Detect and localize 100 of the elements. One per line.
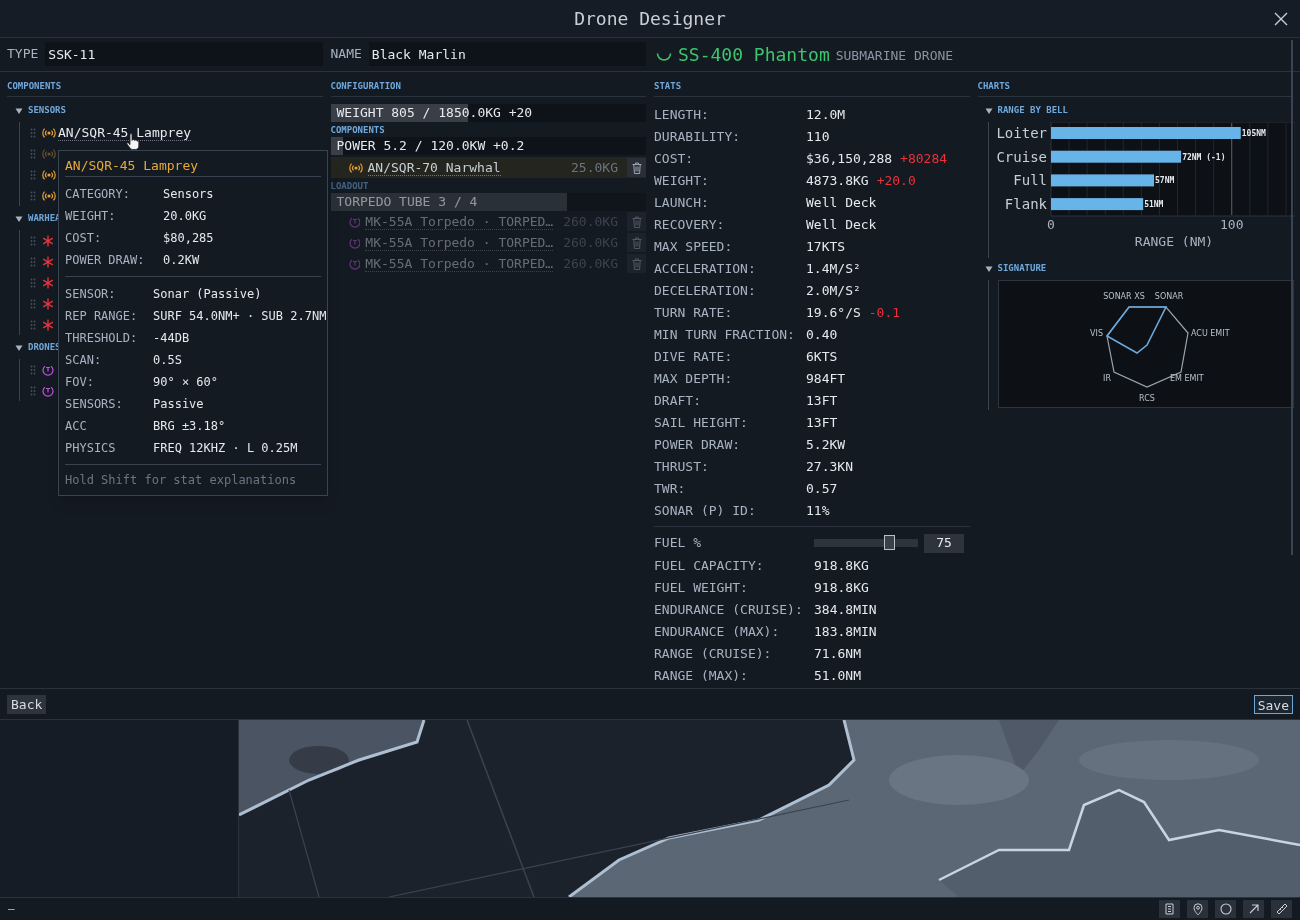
window-title: Drone Designer bbox=[574, 7, 726, 31]
stat-value: 4873.8KG bbox=[806, 172, 869, 191]
stat-label: DRAFT: bbox=[654, 392, 702, 411]
toolbar-button[interactable] bbox=[1243, 900, 1264, 918]
stat-label: LENGTH: bbox=[654, 106, 710, 125]
tooltip-label: SCAN: bbox=[65, 352, 103, 369]
stat-label: DURABILITY: bbox=[654, 128, 742, 147]
section-title: COMPONENTS bbox=[7, 80, 63, 93]
save-button[interactable]: Save bbox=[1253, 694, 1293, 714]
field-label: TYPE bbox=[7, 45, 40, 64]
status-text: — bbox=[8, 900, 15, 917]
drag-handle-icon bbox=[30, 235, 36, 246]
group-toggle[interactable]: SIGNATURE bbox=[984, 262, 1047, 276]
drag-handle-icon bbox=[30, 277, 36, 288]
tooltip-label: SENSORS: bbox=[65, 396, 124, 413]
stat-label: SONAR (P) ID: bbox=[654, 502, 757, 521]
toolbar-button[interactable] bbox=[1215, 900, 1236, 918]
stat-value: 384.8MIN bbox=[814, 601, 877, 620]
stat-label: ENDURANCE (MAX): bbox=[654, 623, 781, 642]
radar-axis-label: SONAR XS bbox=[1102, 292, 1145, 301]
drag-handle-icon bbox=[30, 190, 36, 201]
stat-label: MIN TURN FRACTION: bbox=[654, 326, 796, 345]
drag-handle-icon bbox=[30, 385, 36, 396]
tooltip-label: THRESHOLD: bbox=[65, 330, 139, 347]
value-label: 51NM bbox=[1143, 200, 1163, 210]
stat-value: Well Deck bbox=[806, 194, 877, 213]
drag-handle-icon bbox=[30, 364, 36, 375]
category-label: Cruise bbox=[995, 148, 1047, 165]
group-toggle[interactable]: RANGE BY BELL bbox=[984, 104, 1068, 118]
stat-label: MAX DEPTH: bbox=[654, 370, 734, 389]
stat-label: ACCELERATION: bbox=[654, 260, 757, 279]
category-label: Flank bbox=[1004, 196, 1047, 213]
tooltip-value: SURF 54.0NM+ · SUB 2.7NM bbox=[153, 308, 327, 325]
stat-value: 27.3KN bbox=[806, 458, 853, 477]
value-label: 57NM bbox=[1154, 176, 1174, 186]
stat-label: FUEL % bbox=[654, 534, 702, 553]
scrollbar-thumb[interactable] bbox=[1291, 40, 1293, 555]
slider-thumb[interactable] bbox=[884, 535, 895, 550]
trash-icon bbox=[631, 236, 642, 249]
tooltip-value: 0.2KW bbox=[163, 252, 200, 269]
circle-t-icon bbox=[348, 236, 361, 249]
stat-label: POWER DRAW: bbox=[654, 436, 742, 455]
back-button[interactable]: Back bbox=[7, 694, 47, 714]
radar-axis-label: SONAR bbox=[1154, 292, 1183, 301]
component-weight: 25.0KG bbox=[571, 158, 619, 177]
group-toggle[interactable]: SENSORS bbox=[15, 104, 66, 118]
drag-handle-icon bbox=[30, 256, 36, 267]
toolbar-button[interactable] bbox=[1159, 900, 1180, 918]
stat-value: 984FT bbox=[806, 370, 846, 389]
caret-icon bbox=[15, 344, 23, 352]
drone-class: SUBMARINE DRONE bbox=[835, 47, 954, 65]
tooltip-label: REP RANGE: bbox=[65, 308, 139, 325]
bar-label: WEIGHT 805 / 1850.0KG +20 bbox=[335, 104, 533, 123]
section-subtitle: COMPONENTS bbox=[330, 124, 386, 137]
stat-label: FUEL WEIGHT: bbox=[654, 579, 749, 598]
stat-label: DIVE RATE: bbox=[654, 348, 734, 367]
pin-icon bbox=[1190, 902, 1205, 916]
stat-value: 17KTS bbox=[806, 238, 846, 257]
stat-value: 110 bbox=[806, 128, 830, 147]
toolbar-button[interactable] bbox=[1187, 900, 1208, 918]
axis-label: RANGE (NM) bbox=[1134, 234, 1213, 249]
caret-icon bbox=[984, 107, 993, 115]
stat-value: 13FT bbox=[806, 414, 838, 433]
stat-label: FUEL CAPACITY: bbox=[654, 557, 765, 576]
tooltip-value: 20.0KG bbox=[163, 208, 207, 225]
close-icon bbox=[1274, 12, 1288, 26]
toolbar-button[interactable] bbox=[1271, 900, 1292, 918]
stat-label: COST: bbox=[654, 150, 695, 169]
value-label: 72NM (-1) bbox=[1181, 152, 1225, 162]
circle-t-icon bbox=[348, 257, 361, 270]
delete-button[interactable] bbox=[627, 158, 646, 177]
stat-label: MAX SPEED: bbox=[654, 238, 734, 257]
value-label: 105NM bbox=[1241, 129, 1266, 138]
tooltip-value: Sensors bbox=[163, 186, 214, 203]
close-button[interactable] bbox=[1274, 12, 1288, 26]
tooltip-label: SENSOR: bbox=[65, 286, 117, 303]
tooltip-value: Sonar (Passive) bbox=[153, 286, 262, 303]
circle-icon bbox=[1218, 902, 1233, 916]
tooltip-label: POWER DRAW: bbox=[65, 252, 146, 269]
radar-shape bbox=[1105, 306, 1167, 354]
stat-value: 6KTS bbox=[806, 348, 838, 367]
stat-label: DECELERATION: bbox=[654, 282, 757, 301]
stat-value: 11% bbox=[806, 502, 830, 521]
tooltip-value: 90° × 60° bbox=[153, 374, 219, 391]
tooltip-value: -44DB bbox=[153, 330, 190, 347]
fuel-input[interactable]: 75 bbox=[924, 533, 964, 553]
type-field[interactable]: SSK-11 bbox=[45, 42, 323, 66]
category-label: Loiter bbox=[995, 125, 1047, 141]
stat-delta: +20.0 bbox=[876, 172, 916, 191]
field-label: NAME bbox=[330, 45, 363, 64]
tooltip-value: $80,285 bbox=[163, 230, 214, 247]
stat-value: 5.2KW bbox=[806, 436, 846, 455]
arc-icon bbox=[656, 52, 672, 62]
name-field[interactable]: Black Marlin bbox=[368, 42, 646, 66]
list-icon bbox=[1162, 902, 1177, 916]
stat-label: RANGE (CRUISE): bbox=[654, 645, 773, 664]
component-name[interactable]: AN/SQR-70 Narwhal bbox=[367, 159, 501, 176]
tooltip-label: WEIGHT: bbox=[65, 208, 117, 225]
stat-label: TURN RATE: bbox=[654, 304, 734, 323]
tooltip-label: ACC bbox=[65, 418, 88, 435]
